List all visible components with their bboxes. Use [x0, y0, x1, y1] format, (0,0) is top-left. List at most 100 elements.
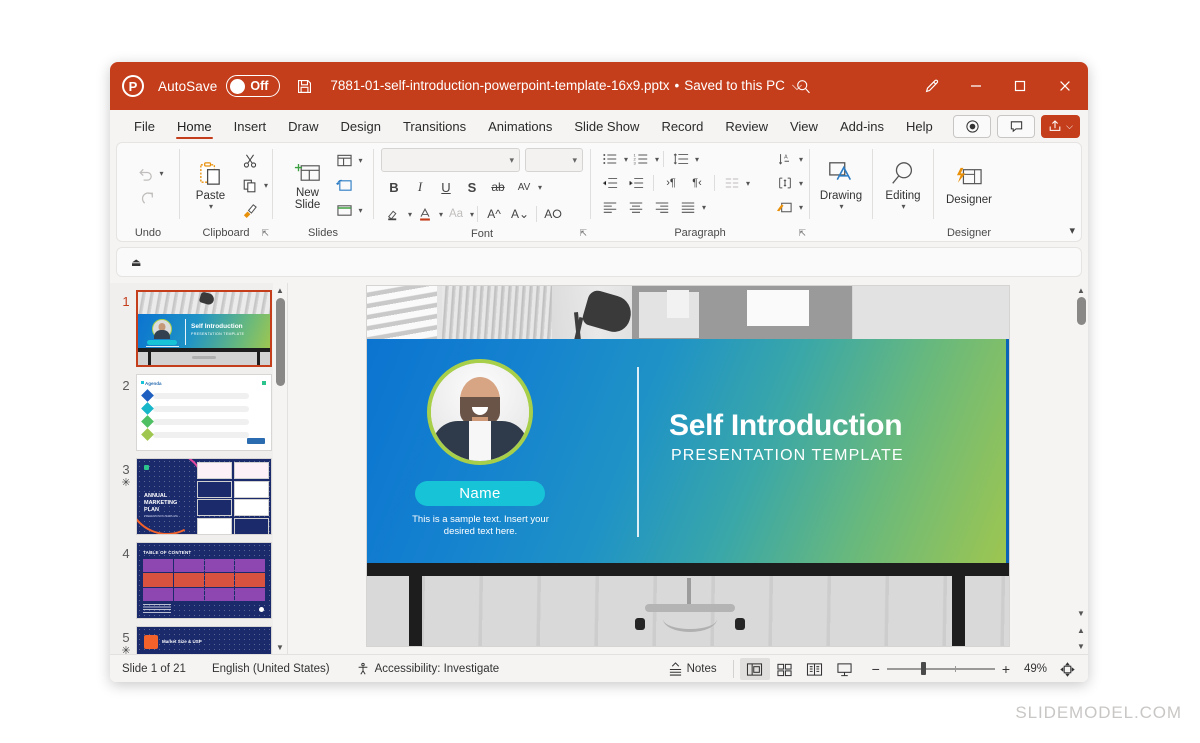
font-name-input[interactable]: ▾: [381, 148, 520, 172]
new-slide-button[interactable]: New Slide: [283, 159, 331, 213]
search-icon[interactable]: [788, 71, 818, 101]
tab-file[interactable]: File: [124, 115, 165, 137]
minimize-button[interactable]: [954, 62, 998, 110]
tab-review[interactable]: Review: [715, 115, 778, 137]
slide-subtitle-text[interactable]: PRESENTATION TEMPLATE: [671, 447, 904, 465]
clipboard-dialog-launcher[interactable]: ⇱: [261, 228, 269, 239]
ltr-text-direction-button[interactable]: ›¶: [658, 171, 684, 195]
share-button[interactable]: ⌵: [1041, 114, 1080, 138]
text-shadow-button[interactable]: S: [459, 175, 485, 199]
reset-slide-button[interactable]: [331, 174, 357, 198]
reading-view-button[interactable]: [800, 658, 830, 680]
tab-home[interactable]: Home: [167, 115, 222, 139]
slide-scrollbar-thumb[interactable]: [1077, 297, 1086, 325]
accessibility-status[interactable]: Accessibility: Investigate: [356, 662, 499, 676]
thumbnail-preview-4[interactable]: TABLE OF CONTENT: [136, 542, 272, 619]
slide-title-text[interactable]: Self Introduction: [669, 409, 903, 443]
zoom-in-button[interactable]: +: [1002, 661, 1010, 677]
columns-button[interactable]: [719, 171, 745, 195]
increase-font-size-button[interactable]: A^: [481, 202, 507, 226]
justify-chevron-down-icon[interactable]: ▾: [702, 203, 706, 212]
comments-icon[interactable]: [997, 114, 1036, 138]
smartart-chevron-down-icon[interactable]: ▾: [799, 203, 803, 212]
change-case-button[interactable]: Aa: [443, 202, 469, 226]
slide-scroll-down-icon[interactable]: ▼: [1074, 606, 1088, 620]
zoom-slider[interactable]: [886, 662, 995, 676]
rtl-text-direction-button[interactable]: ¶‹: [684, 171, 710, 195]
thumbnail-scroll-down-icon[interactable]: ▼: [273, 640, 287, 654]
thumbnail-preview-1[interactable]: Self Introduction PRESENTATION TEMPLATE: [136, 290, 272, 367]
columns-chevron-down-icon[interactable]: ▾: [746, 179, 750, 188]
thumbnail-preview-5[interactable]: Market Size & USP: [136, 626, 272, 654]
underline-button[interactable]: U: [433, 175, 459, 199]
clear-formatting-button[interactable]: A⭘: [540, 202, 566, 226]
character-spacing-button[interactable]: AV: [511, 175, 537, 199]
redo-button[interactable]: [135, 186, 161, 210]
tab-animations[interactable]: Animations: [478, 115, 562, 137]
thumbnail-preview-2[interactable]: Agenda: [136, 374, 272, 451]
tab-help[interactable]: Help: [896, 115, 943, 137]
thumbnail-item-1[interactable]: 1 Self Introduction PRESENTATION TEMPLAT…: [110, 283, 287, 367]
tab-add-ins[interactable]: Add-ins: [830, 115, 894, 137]
text-highlight-color-button[interactable]: [381, 202, 407, 226]
align-right-button[interactable]: [649, 195, 675, 219]
notes-button[interactable]: Notes: [658, 658, 727, 680]
thumbnail-scroll-up-icon[interactable]: ▲: [273, 283, 287, 297]
strikethrough-button[interactable]: ab: [485, 175, 511, 199]
normal-view-button[interactable]: [739, 658, 770, 680]
layout-chevron-down-icon[interactable]: ▾: [358, 156, 362, 165]
bold-button[interactable]: B: [381, 175, 407, 199]
format-painter-button[interactable]: [237, 199, 263, 223]
name-placeholder[interactable]: Name: [415, 481, 545, 506]
zoom-control[interactable]: − + 49%: [872, 658, 1080, 680]
sample-text-placeholder[interactable]: This is a sample text. Insert your desir…: [403, 514, 558, 538]
drawing-chevron-down-icon[interactable]: ▾: [839, 202, 843, 211]
character-spacing-chevron-down-icon[interactable]: ▾: [538, 183, 542, 192]
current-slide[interactable]: Name This is a sample text. Insert your …: [366, 285, 1010, 647]
thumbnail-scrollbar-thumb[interactable]: [276, 298, 285, 386]
justify-button[interactable]: [675, 195, 701, 219]
zoom-slider-handle[interactable]: [920, 662, 926, 676]
slide-scrollbar[interactable]: ▲ ▼ ▲ ▼: [1074, 283, 1088, 654]
tab-slide-show[interactable]: Slide Show: [564, 115, 649, 137]
convert-to-smartart-button[interactable]: [772, 195, 798, 219]
drawing-button[interactable]: Drawing ▾: [814, 158, 868, 213]
decrease-font-size-button[interactable]: A⌄: [507, 202, 533, 226]
undo-chevron-down-icon[interactable]: ▾: [159, 169, 163, 178]
autosave-toggle[interactable]: Off: [226, 75, 281, 97]
text-direction-chevron-down-icon[interactable]: ▾: [799, 155, 803, 164]
section-button[interactable]: [331, 199, 357, 223]
cut-button[interactable]: [237, 149, 263, 173]
decrease-indent-button[interactable]: [597, 171, 623, 195]
line-spacing-button[interactable]: [668, 147, 694, 171]
layout-button[interactable]: [331, 149, 357, 173]
align-text-button[interactable]: [772, 171, 798, 195]
tab-view[interactable]: View: [780, 115, 828, 137]
copy-button[interactable]: [237, 174, 263, 198]
language-status[interactable]: English (United States): [212, 663, 330, 675]
record-circle-icon[interactable]: [953, 114, 992, 138]
thumbnail-item-3[interactable]: 3 ✳ ANNUAL MARKETING PLAN PRESENTATION TEM…: [110, 451, 287, 535]
slide-sorter-button[interactable]: [770, 658, 800, 680]
undo-button[interactable]: [132, 162, 158, 186]
paste-button[interactable]: Paste ▾: [184, 159, 237, 213]
text-direction-button[interactable]: A: [772, 147, 798, 171]
align-text-chevron-down-icon[interactable]: ▾: [799, 179, 803, 188]
next-slide-icon[interactable]: ▼: [1074, 639, 1088, 653]
thumbnail-scrollbar[interactable]: ▲ ▼: [273, 283, 287, 654]
font-color-button[interactable]: [412, 202, 438, 226]
font-dialog-launcher[interactable]: ⇱: [579, 228, 587, 239]
slide-thumbnail-panel[interactable]: 1 Self Introduction PRESENTATION TEMPLAT…: [110, 283, 288, 654]
slide-editing-stage[interactable]: Name This is a sample text. Insert your …: [288, 283, 1088, 654]
save-disk-icon[interactable]: [296, 78, 313, 95]
thumbnail-item-2[interactable]: 2 Agenda: [110, 367, 287, 451]
ribbon-expand-chevron-down-icon[interactable]: ▾: [1069, 224, 1075, 237]
slide-count-status[interactable]: Slide 1 of 21: [122, 663, 186, 675]
designer-button[interactable]: Designer: [938, 164, 1000, 208]
pen-annotate-icon[interactable]: [910, 62, 954, 110]
slideshow-button[interactable]: [830, 658, 860, 680]
section-chevron-down-icon[interactable]: ▾: [358, 206, 362, 215]
thumbnail-item-5[interactable]: 5 ✳ Market Size & USP: [110, 619, 287, 654]
numbering-button[interactable]: 123: [628, 147, 654, 171]
italic-button[interactable]: I: [407, 175, 433, 199]
